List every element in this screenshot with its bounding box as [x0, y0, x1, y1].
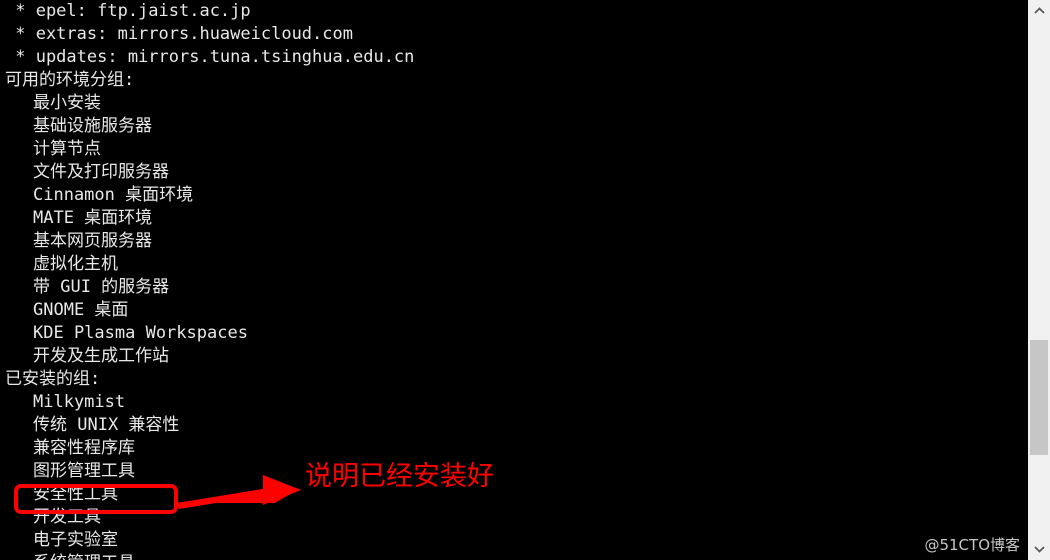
terminal-line: 带 GUI 的服务器: [33, 277, 170, 297]
terminal-line: 兼容性程序库: [33, 438, 135, 458]
chevron-up-icon[interactable]: [1028, 0, 1050, 22]
terminal-line: 基础设施服务器: [33, 116, 152, 136]
terminal-line: * epel: ftp.jaist.ac.jp: [5, 1, 251, 21]
terminal-line: KDE Plasma Workspaces: [33, 323, 248, 343]
scrollbar-thumb[interactable]: [1030, 340, 1048, 455]
terminal-line: 系统管理工具: [0, 552, 1028, 560]
terminal-line: Cinnamon 桌面环境: [33, 185, 194, 205]
terminal-window: * epel: ftp.jaist.ac.jp * extras: mirror…: [0, 0, 1050, 560]
chevron-down-icon[interactable]: [1028, 538, 1050, 560]
terminal-line: GNOME 桌面: [33, 300, 129, 320]
terminal-line: 基本网页服务器: [33, 231, 152, 251]
vertical-scrollbar[interactable]: [1028, 0, 1050, 560]
terminal-line: 传统 UNIX 兼容性: [33, 415, 180, 435]
watermark-label: @51CTO博客: [924, 536, 1020, 554]
terminal-line: 已安装的组:: [5, 369, 101, 389]
terminal-line: 开发及生成工作站: [33, 346, 169, 366]
terminal-line: 图形管理工具: [33, 461, 135, 481]
terminal-line: * updates: mirrors.tuna.tsinghua.edu.cn: [5, 47, 415, 67]
terminal-output[interactable]: * epel: ftp.jaist.ac.jp * extras: mirror…: [0, 0, 1028, 560]
terminal-line: 最小安装: [33, 93, 101, 113]
terminal-line: 电子实验室: [33, 530, 118, 550]
terminal-line: 安全性工具: [33, 484, 118, 504]
terminal-line: 虚拟化主机: [33, 254, 118, 274]
terminal-line: Milkymist: [33, 392, 126, 412]
terminal-line: * extras: mirrors.huaweicloud.com: [5, 24, 353, 44]
terminal-line: 文件及打印服务器: [33, 162, 169, 182]
terminal-line: 可用的环境分组:: [5, 70, 135, 90]
terminal-line: 开发工具: [33, 507, 101, 527]
terminal-line: MATE 桌面环境: [33, 208, 153, 228]
terminal-line: 计算节点: [33, 139, 101, 159]
